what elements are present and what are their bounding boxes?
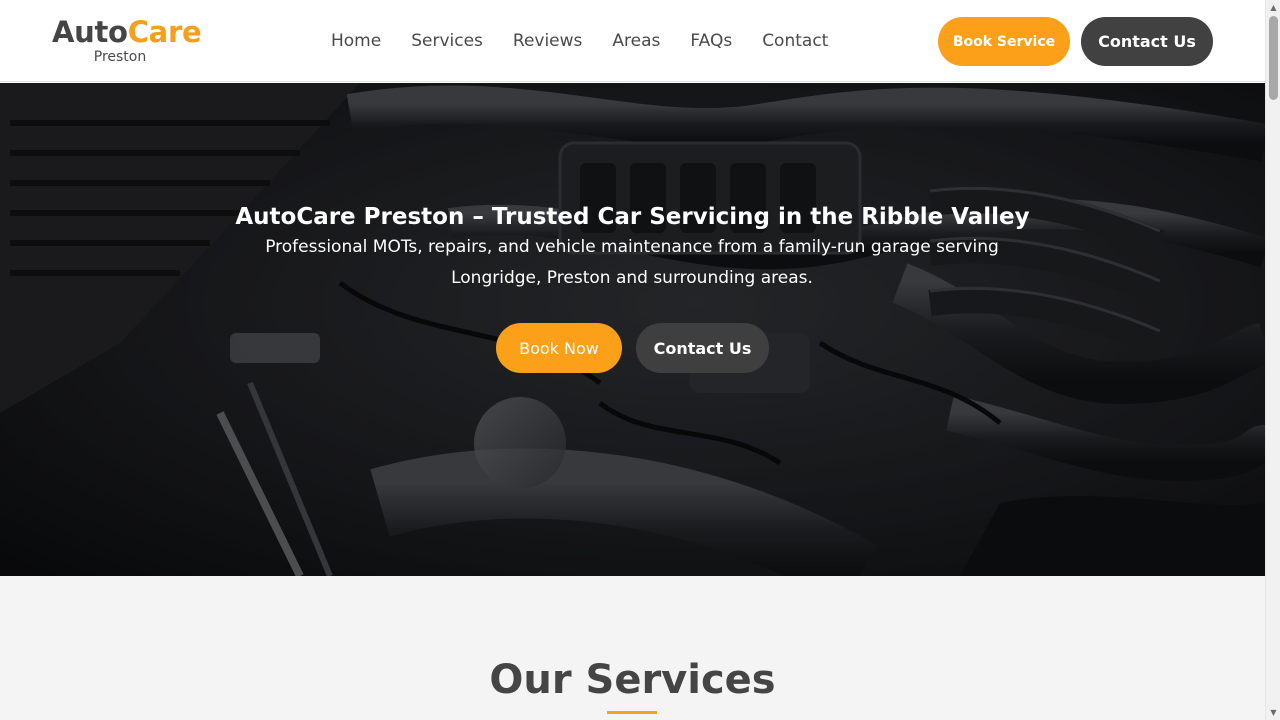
hero-section: AutoCare Preston – Trusted Car Servicing… xyxy=(0,83,1265,576)
services-title: Our Services xyxy=(489,657,776,703)
hero-subtitle: Professional MOTs, repairs, and vehicle … xyxy=(265,237,999,288)
site-header: AutoCare Preston Home Services Reviews A… xyxy=(0,0,1265,82)
site-logo[interactable]: AutoCare Preston xyxy=(52,14,202,65)
hero-contact-button[interactable]: Contact Us xyxy=(636,323,769,373)
triangle-down-icon[interactable]: ▼ xyxy=(1266,705,1280,720)
nav-faqs[interactable]: FAQs xyxy=(675,28,747,54)
nav-home[interactable]: Home xyxy=(316,28,396,54)
logo-care-text: Care xyxy=(127,15,202,49)
triangle-up-icon[interactable]: ▲ xyxy=(1266,0,1280,15)
logo-wordmark: AutoCare xyxy=(52,14,202,50)
nav-services[interactable]: Services xyxy=(396,28,498,54)
book-service-button[interactable]: Book Service xyxy=(938,17,1070,66)
header-contact-button[interactable]: Contact Us xyxy=(1081,17,1213,66)
nav-contact[interactable]: Contact xyxy=(747,28,843,54)
nav-areas[interactable]: Areas xyxy=(597,28,675,54)
main-nav: Home Services Reviews Areas FAQs Contact xyxy=(316,28,843,54)
nav-reviews[interactable]: Reviews xyxy=(498,28,598,54)
page-scrollbar[interactable]: ▲ ▼ xyxy=(1265,0,1280,720)
services-title-underline xyxy=(607,711,657,714)
scrollbar-thumb[interactable] xyxy=(1269,16,1278,100)
services-section: Our Services xyxy=(0,576,1265,720)
logo-auto-text: Auto xyxy=(52,15,128,49)
book-now-button[interactable]: Book Now xyxy=(496,323,622,373)
hero-overlay xyxy=(0,83,1265,576)
logo-location: Preston xyxy=(93,49,147,65)
hero-title: AutoCare Preston – Trusted Car Servicing… xyxy=(235,204,1030,230)
